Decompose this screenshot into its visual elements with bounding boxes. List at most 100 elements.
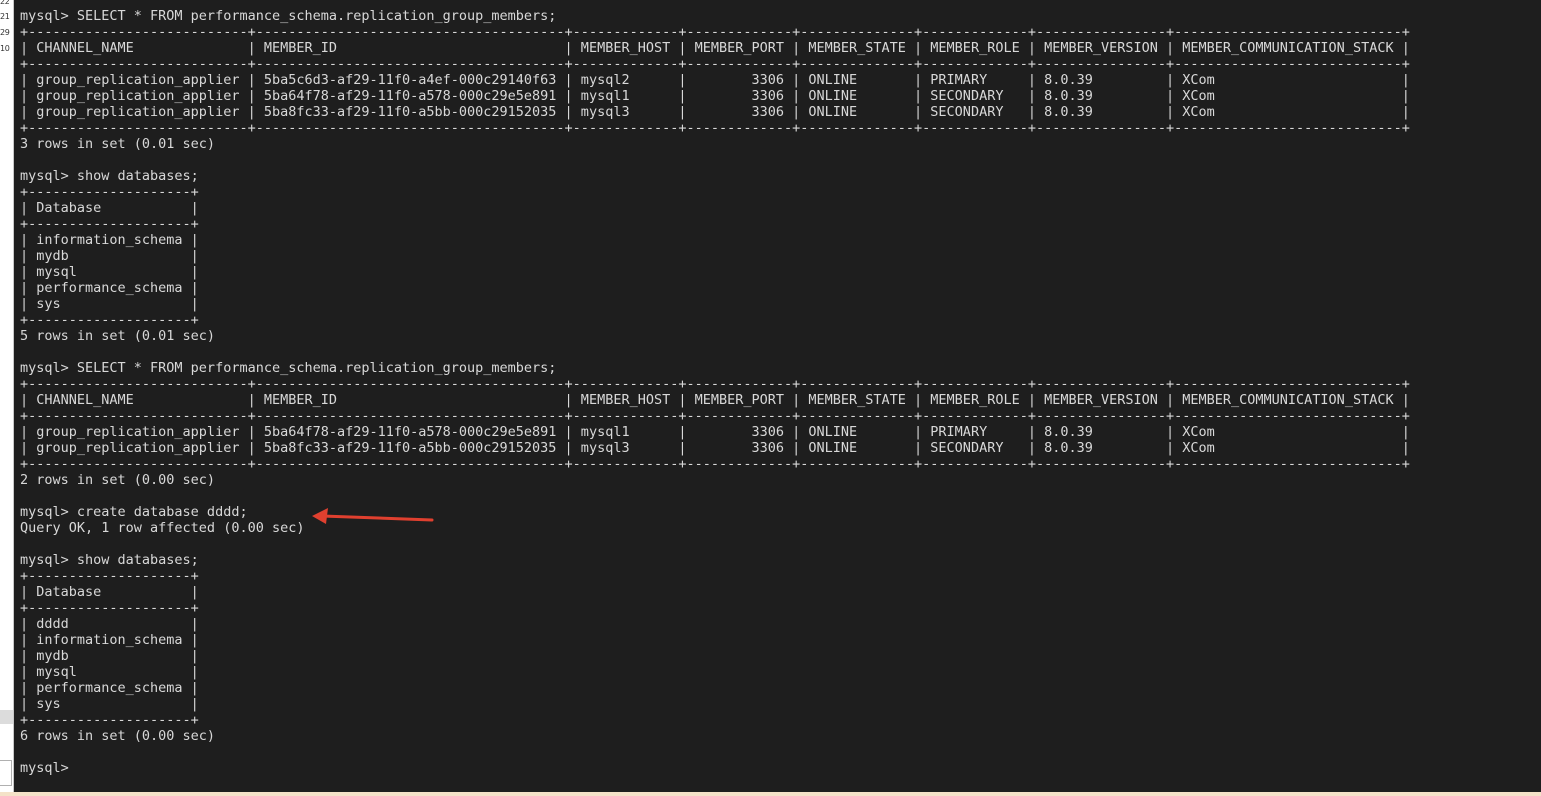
- terminal-line: | information_schema |: [20, 632, 1410, 648]
- terminal-line: mysql> show databases;: [20, 168, 1410, 184]
- terminal-line-text: | group_replication_applier | 5ba8fc33-a…: [20, 440, 1410, 456]
- terminal-line: +--------------------+: [20, 568, 1410, 584]
- terminal-line-text: mysql> SELECT * FROM performance_schema.…: [20, 8, 557, 24]
- arrow-head: [312, 508, 328, 524]
- terminal-line: mysql>: [20, 760, 1410, 776]
- terminal-line: | mysql |: [20, 264, 1410, 280]
- terminal-line-text: +--------------------+: [20, 568, 199, 584]
- terminal-line: +--------------------+: [20, 184, 1410, 200]
- terminal-line-text: 6 rows in set (0.00 sec): [20, 728, 216, 744]
- terminal-line: mysql> SELECT * FROM performance_schema.…: [20, 8, 1410, 24]
- terminal-line: | performance_schema |: [20, 280, 1410, 296]
- terminal-line-text: +--------------------+: [20, 312, 199, 328]
- terminal-line-text: mysql> show databases;: [20, 552, 199, 568]
- terminal-line: mysql> create database dddd;: [20, 504, 1410, 520]
- terminal-line: | group_replication_applier | 5ba8fc33-a…: [20, 440, 1410, 456]
- terminal-line: | group_replication_applier | 5ba64f78-a…: [20, 424, 1410, 440]
- terminal-line-text: 3 rows in set (0.01 sec): [20, 136, 216, 152]
- terminal-line-text: 5 rows in set (0.01 sec): [20, 328, 216, 344]
- gutter-scroll-handle[interactable]: [0, 760, 12, 786]
- terminal-line: 6 rows in set (0.00 sec): [20, 728, 1410, 744]
- terminal-line-text: | group_replication_applier | 5ba64f78-a…: [20, 424, 1410, 440]
- terminal-line-text: | mysql |: [20, 664, 199, 680]
- terminal-line: 3 rows in set (0.01 sec): [20, 136, 1410, 152]
- terminal-line-text: +--------------------+: [20, 600, 199, 616]
- gutter-number: 29: [0, 28, 10, 37]
- terminal-line: | sys |: [20, 296, 1410, 312]
- terminal-line-text: +---------------------------+-----------…: [20, 376, 1410, 392]
- terminal-line-text: | group_replication_applier | 5ba64f78-a…: [20, 88, 1410, 104]
- terminal-line-text: +---------------------------+-----------…: [20, 56, 1410, 72]
- terminal-line-text: | Database |: [20, 584, 199, 600]
- terminal-line: | CHANNEL_NAME | MEMBER_ID | MEMBER_HOST…: [20, 40, 1410, 56]
- gutter-number: 21: [0, 12, 10, 21]
- terminal-line-text: +---------------------------+-----------…: [20, 120, 1410, 136]
- arrow-shaft: [320, 514, 434, 522]
- terminal-line-text: | mysql |: [20, 264, 199, 280]
- terminal-line: | group_replication_applier | 5ba64f78-a…: [20, 88, 1410, 104]
- terminal-line: Query OK, 1 row affected (0.00 sec): [20, 520, 1410, 536]
- terminal-line-text: +---------------------------+-----------…: [20, 408, 1410, 424]
- terminal-line: +--------------------+: [20, 312, 1410, 328]
- status-strip: [0, 792, 1541, 796]
- line-number-gutter: 22 21 29 10: [0, 0, 14, 796]
- terminal-line-text: 2 rows in set (0.00 sec): [20, 472, 216, 488]
- terminal-line: | mysql |: [20, 664, 1410, 680]
- terminal-line: | Database |: [20, 200, 1410, 216]
- terminal-window: 22 21 29 10 mysql> SELECT * FROM perform…: [0, 0, 1541, 796]
- terminal-line: | dddd |: [20, 616, 1410, 632]
- terminal-line: | group_replication_applier | 5ba5c6d3-a…: [20, 72, 1410, 88]
- red-arrow-icon: [312, 508, 434, 524]
- terminal-line-text: +--------------------+: [20, 184, 199, 200]
- terminal-line-text: | sys |: [20, 696, 199, 712]
- terminal-line: +--------------------+: [20, 712, 1410, 728]
- terminal-line-text: | dddd |: [20, 616, 199, 632]
- terminal-line-text: | performance_schema |: [20, 280, 199, 296]
- terminal-line: | Database |: [20, 584, 1410, 600]
- terminal-line: | information_schema |: [20, 232, 1410, 248]
- terminal-line: | sys |: [20, 696, 1410, 712]
- terminal-line-text: Query OK, 1 row affected (0.00 sec): [20, 520, 305, 536]
- terminal-line-text: +---------------------------+-----------…: [20, 456, 1410, 472]
- terminal-line: +---------------------------+-----------…: [20, 456, 1410, 472]
- terminal-line: +---------------------------+-----------…: [20, 24, 1410, 40]
- terminal-line-text: | information_schema |: [20, 232, 199, 248]
- terminal-line-text: | sys |: [20, 296, 199, 312]
- terminal-line: +---------------------------+-----------…: [20, 56, 1410, 72]
- terminal-lines: mysql> SELECT * FROM performance_schema.…: [20, 8, 1410, 776]
- terminal-line: | performance_schema |: [20, 680, 1410, 696]
- terminal-line-text: +--------------------+: [20, 216, 199, 232]
- terminal-line-text: mysql> show databases;: [20, 168, 199, 184]
- terminal-line: +---------------------------+-----------…: [20, 120, 1410, 136]
- gutter-number: 22: [0, 0, 10, 6]
- terminal-line: 5 rows in set (0.01 sec): [20, 328, 1410, 344]
- gutter-number: 10: [0, 44, 10, 53]
- terminal-line: | group_replication_applier | 5ba8fc33-a…: [20, 104, 1410, 120]
- terminal-line-text: +---------------------------+-----------…: [20, 24, 1410, 40]
- terminal-line: +---------------------------+-----------…: [20, 408, 1410, 424]
- terminal-line: 2 rows in set (0.00 sec): [20, 472, 1410, 488]
- terminal-line-text: mysql> SELECT * FROM performance_schema.…: [20, 360, 557, 376]
- terminal-output[interactable]: mysql> SELECT * FROM performance_schema.…: [18, 0, 1541, 792]
- terminal-line-text: mysql>: [20, 760, 77, 776]
- terminal-line-text: | CHANNEL_NAME | MEMBER_ID | MEMBER_HOST…: [20, 40, 1410, 56]
- terminal-line: mysql> show databases;: [20, 552, 1410, 568]
- terminal-line: | mydb |: [20, 648, 1410, 664]
- terminal-line: | mydb |: [20, 248, 1410, 264]
- terminal-line-text: | mydb |: [20, 648, 199, 664]
- terminal-line-text: | performance_schema |: [20, 680, 199, 696]
- terminal-line-text: | information_schema |: [20, 632, 199, 648]
- terminal-line-text: | Database |: [20, 200, 199, 216]
- terminal-line-text: | group_replication_applier | 5ba5c6d3-a…: [20, 72, 1410, 88]
- terminal-line-text: | group_replication_applier | 5ba8fc33-a…: [20, 104, 1410, 120]
- terminal-line-text: +--------------------+: [20, 712, 199, 728]
- terminal-line: +--------------------+: [20, 600, 1410, 616]
- terminal-line-text: | mydb |: [20, 248, 199, 264]
- terminal-line-text: mysql> create database dddd;: [20, 504, 248, 520]
- terminal-line: +--------------------+: [20, 216, 1410, 232]
- terminal-line: +---------------------------+-----------…: [20, 376, 1410, 392]
